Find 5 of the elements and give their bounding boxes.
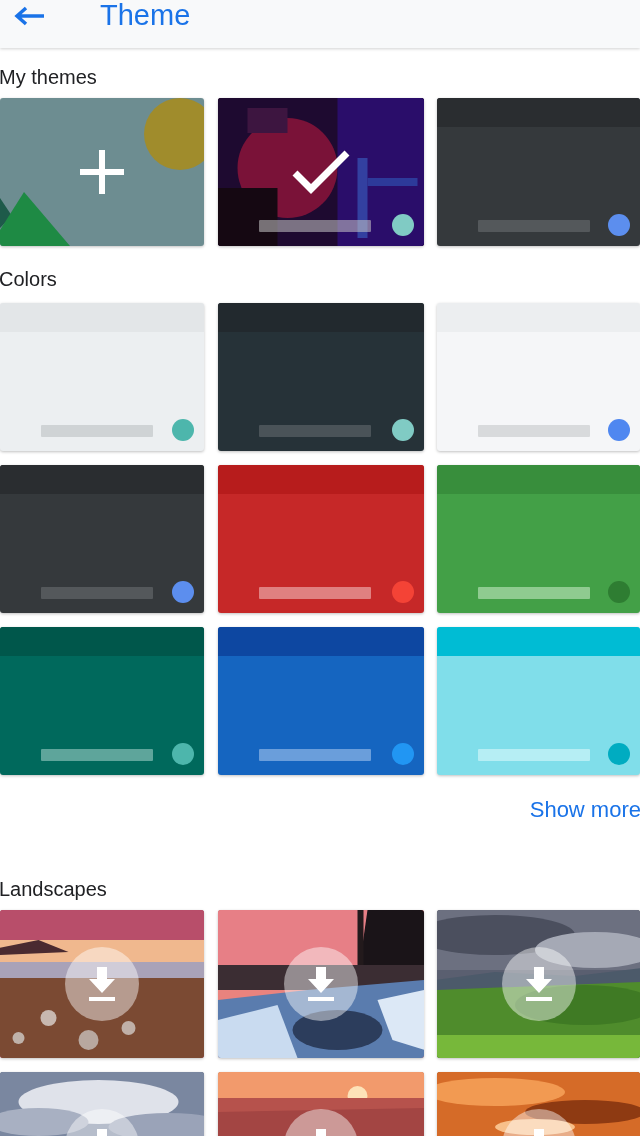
section-title: Colors (0, 267, 57, 291)
show-more-link[interactable]: Show more (529, 797, 640, 823)
section-title: Landscapes (0, 877, 107, 901)
section-title: My themes (0, 65, 97, 89)
page-title: Theme (100, 0, 191, 32)
